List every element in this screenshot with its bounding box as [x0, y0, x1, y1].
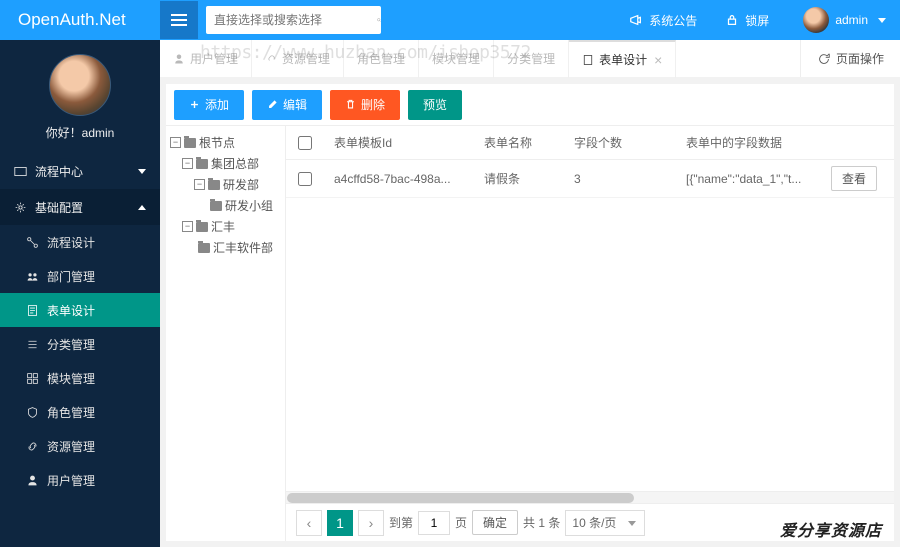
- tree-node-root[interactable]: −根节点: [170, 132, 281, 153]
- plus-icon: [189, 99, 200, 110]
- tree-node-team[interactable]: 研发小组: [170, 195, 281, 216]
- link-icon: [26, 440, 39, 453]
- sidebar-item-form[interactable]: 表单设计: [0, 293, 160, 327]
- tab-role[interactable]: 角色管理: [344, 40, 419, 78]
- tab-module[interactable]: 模块管理: [419, 40, 494, 78]
- tabs-bar: 用户管理 资源管理 角色管理 模块管理 分类管理 表单设计× 页面操作: [160, 40, 900, 78]
- collapse-icon[interactable]: −: [170, 137, 181, 148]
- folder-icon: [184, 138, 196, 148]
- refresh-icon: [817, 52, 831, 66]
- sidebar-item-role[interactable]: 角色管理: [0, 395, 160, 429]
- avatar-icon: [803, 7, 829, 33]
- user-avatar: [49, 54, 111, 116]
- sidebar-group-flow[interactable]: 流程中心: [0, 153, 160, 189]
- list-icon: [26, 338, 39, 351]
- nodes-icon: [26, 236, 39, 249]
- greeting-text: 你好！admin: [0, 124, 160, 141]
- cell-name: 请假条: [474, 170, 564, 187]
- page-ops-button[interactable]: 页面操作: [800, 40, 900, 77]
- gear-icon: [14, 201, 27, 214]
- lock-icon: [725, 13, 739, 27]
- h-scrollbar[interactable]: [286, 491, 894, 503]
- goto-confirm-button[interactable]: 确定: [472, 510, 518, 535]
- menu-toggle[interactable]: [160, 1, 198, 39]
- tree-panel: −根节点 −集团总部 −研发部 研发小组 −汇丰 汇丰软件部: [166, 126, 286, 541]
- preview-button[interactable]: 预览: [408, 90, 462, 120]
- chevron-up-icon: [138, 205, 146, 210]
- col-name: 表单名称: [474, 126, 564, 159]
- sidebar-item-resource[interactable]: 资源管理: [0, 429, 160, 463]
- shield-icon: [26, 406, 39, 419]
- goto-label: 到第: [389, 514, 413, 531]
- goto-suffix: 页: [455, 514, 467, 531]
- pencil-icon: [267, 99, 278, 110]
- window-icon: [14, 165, 27, 178]
- grid-icon: [26, 372, 39, 385]
- folder-icon: [198, 243, 210, 253]
- edit-button[interactable]: 编辑: [252, 90, 322, 120]
- tree-node-dev[interactable]: −研发部: [170, 174, 281, 195]
- folder-icon: [196, 159, 208, 169]
- form-icon: [26, 304, 39, 317]
- link-icon: [265, 53, 277, 65]
- col-count: 字段个数: [564, 126, 676, 159]
- collapse-icon[interactable]: −: [182, 221, 193, 232]
- total-text: 共 1 条: [523, 514, 560, 531]
- collapse-icon[interactable]: −: [182, 158, 193, 169]
- row-checkbox[interactable]: [298, 172, 312, 186]
- corner-watermark: 爱分享资源店: [780, 517, 882, 541]
- tree-node-group[interactable]: −集团总部: [170, 153, 281, 174]
- next-page-button[interactable]: ›: [358, 510, 384, 536]
- table-row[interactable]: a4cffd58-7bac-498a... 请假条 3 [{"name":"da…: [286, 160, 894, 198]
- trash-icon: [345, 99, 356, 110]
- col-id: 表单模板Id: [324, 126, 474, 159]
- pagesize-select[interactable]: 10 条/页: [565, 510, 645, 536]
- cell-id: a4cffd58-7bac-498a...: [324, 172, 474, 186]
- view-button[interactable]: 查看: [831, 166, 877, 191]
- collapse-icon[interactable]: −: [194, 179, 205, 190]
- toolbar: 添加 编辑 删除 预览: [166, 84, 894, 126]
- sidebar-item-dept[interactable]: 部门管理: [0, 259, 160, 293]
- form-icon: [582, 54, 594, 66]
- sidebar-item-user[interactable]: 用户管理: [0, 463, 160, 497]
- prev-page-button[interactable]: ‹: [296, 510, 322, 536]
- tree-node-hfsw[interactable]: 汇丰软件部: [170, 237, 281, 258]
- user-menu[interactable]: admin: [783, 7, 900, 33]
- search-icon[interactable]: [377, 6, 381, 34]
- sidebar-item-category[interactable]: 分类管理: [0, 327, 160, 361]
- tab-resource[interactable]: 资源管理: [252, 40, 344, 78]
- goto-input[interactable]: [418, 511, 450, 535]
- cell-data: [{"name":"data_1","t...: [676, 172, 821, 186]
- select-all-checkbox[interactable]: [298, 136, 312, 150]
- chevron-down-icon: [878, 18, 886, 23]
- megaphone-icon: [629, 13, 643, 27]
- table-header: 表单模板Id 表单名称 字段个数 表单中的字段数据: [286, 126, 894, 160]
- tab-category[interactable]: 分类管理: [494, 40, 569, 78]
- close-icon[interactable]: ×: [654, 52, 662, 68]
- search-input[interactable]: [206, 13, 377, 27]
- lock-button[interactable]: 锁屏: [711, 12, 783, 29]
- col-data: 表单中的字段数据: [676, 126, 821, 159]
- folder-icon: [210, 201, 222, 211]
- users-icon: [26, 270, 39, 283]
- user-icon: [173, 53, 185, 65]
- brand-title: OpenAuth.Net: [0, 10, 160, 30]
- tab-form[interactable]: 表单设计×: [569, 40, 676, 78]
- search-box: [206, 6, 381, 34]
- sidebar-item-module[interactable]: 模块管理: [0, 361, 160, 395]
- announce-button[interactable]: 系统公告: [615, 12, 711, 29]
- add-button[interactable]: 添加: [174, 90, 244, 120]
- tree-node-hf[interactable]: −汇丰: [170, 216, 281, 237]
- folder-icon: [208, 180, 220, 190]
- user-icon: [26, 474, 39, 487]
- page-1-button[interactable]: 1: [327, 510, 353, 536]
- sidebar-group-config[interactable]: 基础配置: [0, 189, 160, 225]
- folder-icon: [196, 222, 208, 232]
- sidebar-item-flow-design[interactable]: 流程设计: [0, 225, 160, 259]
- cell-count: 3: [564, 172, 676, 186]
- delete-button[interactable]: 删除: [330, 90, 400, 120]
- chevron-down-icon: [138, 169, 146, 174]
- tab-user[interactable]: 用户管理: [160, 40, 252, 78]
